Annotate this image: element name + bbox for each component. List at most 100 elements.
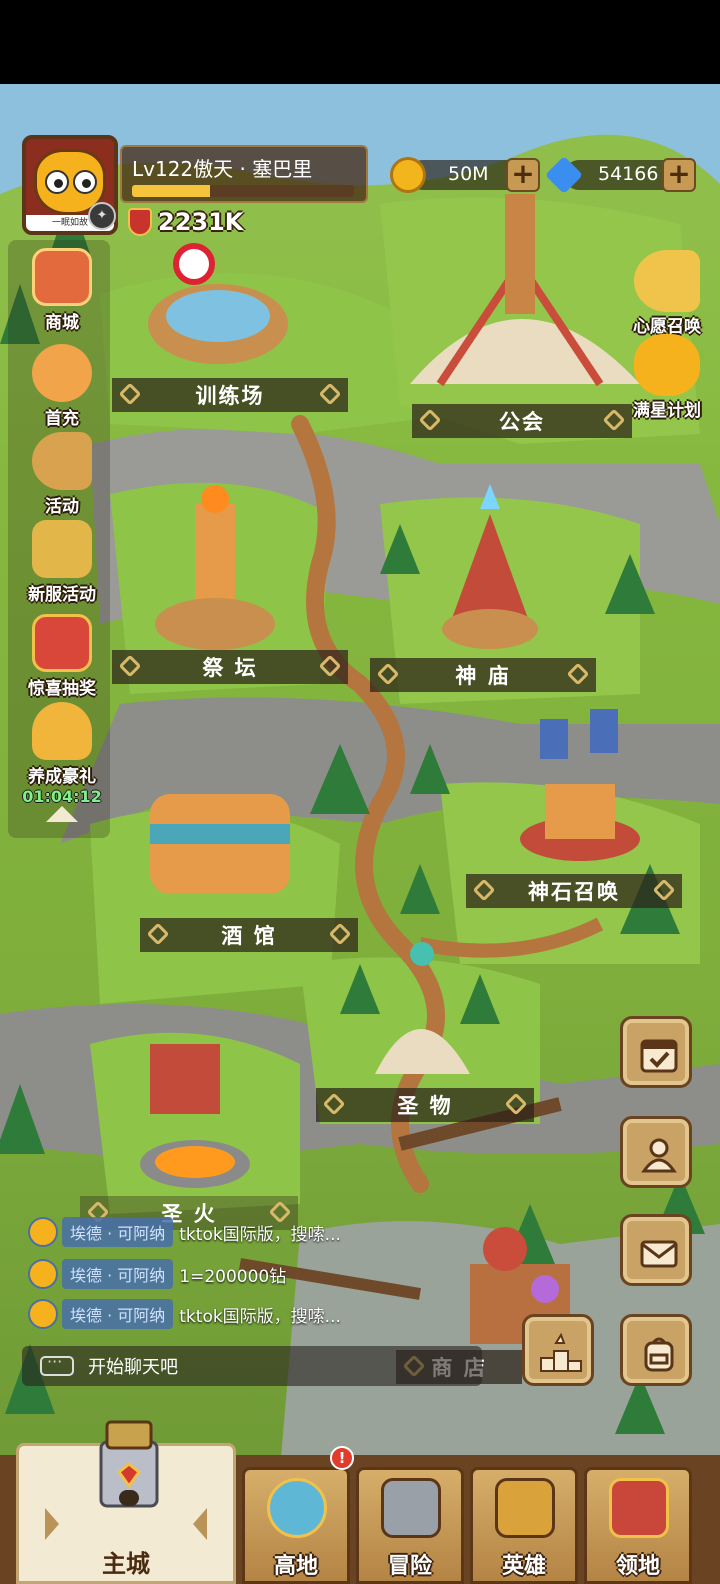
label-ornament-icon: [146, 922, 170, 946]
side-item-label: 商城: [45, 313, 79, 333]
shop-icon: [32, 248, 92, 306]
tab-label: 领地: [615, 1554, 660, 1579]
tab-main-city-label: 主城: [102, 1550, 150, 1578]
side-item-events[interactable]: 活动: [16, 432, 108, 517]
gold-coin-icon: [390, 157, 426, 193]
side-item-growth-gift[interactable]: 养成豪礼 01:04:12: [16, 702, 108, 806]
full-star-plan-label: 满星计划: [633, 401, 701, 421]
label-ornament-icon: [118, 382, 142, 406]
wish-horn-icon: [634, 250, 700, 312]
side-item-label: 惊喜抽奖: [28, 679, 96, 699]
xp-bar: [132, 185, 354, 197]
add-diamond-button[interactable]: +: [662, 158, 696, 192]
mail-icon: [640, 1240, 678, 1268]
label-ornament-icon: [318, 382, 342, 406]
side-item-label: 活动: [45, 497, 79, 517]
highland-alert-badge: !: [330, 1446, 354, 1470]
mail-button[interactable]: [620, 1214, 692, 1286]
chat-message[interactable]: 埃德 · 可阿纳 tktok国际版，搜嗦...: [28, 1216, 341, 1248]
bottom-nav: 主城 高地 冒险 英雄 领地: [0, 1420, 720, 1584]
building-label: 公会: [499, 410, 545, 434]
mascot-icon: [634, 334, 700, 396]
arrow-left-icon[interactable]: [45, 1508, 59, 1540]
slot-machine-icon: [32, 614, 92, 672]
treasure-bag-icon: [32, 702, 92, 760]
chat-text: tktok国际版，搜嗦...: [179, 1306, 341, 1327]
gift-burst-icon: [32, 520, 92, 578]
building-altar[interactable]: 祭 坛: [112, 650, 348, 684]
building-training-ground[interactable]: 训练场: [112, 378, 348, 412]
label-ornament-icon: [566, 662, 590, 686]
chat-avatar: [28, 1299, 58, 1329]
chat-text: tktok国际版，搜嗦...: [179, 1224, 341, 1245]
chat-bubble-icon: [40, 1352, 74, 1376]
status-bar-area: [0, 0, 720, 84]
shield-power-icon: [128, 208, 152, 236]
power-value: 2231K: [158, 208, 244, 236]
chat-text: 1=200000钻: [179, 1266, 287, 1287]
label-ornament-icon: [652, 878, 676, 902]
full-star-plan-button[interactable]: 满星计划: [622, 334, 712, 421]
tab-label: 英雄: [501, 1554, 546, 1579]
label-ornament-icon: [472, 878, 496, 902]
side-item-shop[interactable]: 商城: [16, 248, 108, 333]
tab-territory[interactable]: 领地: [584, 1467, 692, 1584]
girl-portrait-icon: [32, 344, 92, 402]
calendar-checkin-button[interactable]: [620, 1016, 692, 1088]
side-item-lottery[interactable]: 惊喜抽奖: [16, 614, 108, 699]
tab-highland[interactable]: 高地: [242, 1467, 350, 1584]
highland-icon: [267, 1478, 327, 1538]
building-temple[interactable]: 神 庙: [370, 658, 596, 692]
tab-adventure[interactable]: 冒险: [356, 1467, 464, 1584]
crossed-swords-icon: [381, 1478, 441, 1538]
building-label: 训练场: [195, 384, 265, 408]
tab-label: 高地: [273, 1554, 318, 1579]
side-item-first-recharge[interactable]: 首充: [16, 344, 108, 429]
backpack-button[interactable]: [620, 1314, 692, 1386]
building-label: 酒 馆: [221, 924, 277, 948]
building-guild[interactable]: 公会: [412, 404, 632, 438]
arrow-right-icon[interactable]: [193, 1508, 207, 1540]
label-ornament-icon: [118, 654, 142, 678]
diamond-value: 54166: [598, 163, 659, 185]
horn-icon: [32, 432, 92, 490]
backpack-icon: [644, 1337, 674, 1372]
building-summon-stone[interactable]: 神石召唤: [466, 874, 682, 908]
building-relic[interactable]: 圣 物: [316, 1088, 534, 1122]
chat-message[interactable]: 埃德 · 可阿纳 tktok国际版，搜嗦...: [28, 1298, 341, 1330]
building-label: 圣 物: [397, 1094, 453, 1118]
wish-summon-button[interactable]: 心愿召唤: [622, 250, 712, 337]
xp-fill: [132, 185, 210, 197]
add-gold-button[interactable]: +: [506, 158, 540, 192]
side-item-label: 新服活动: [28, 585, 96, 605]
chat-message[interactable]: 埃德 · 可阿纳 1=200000钻: [28, 1258, 286, 1290]
chat-sender: 埃德 · 可阿纳: [62, 1217, 174, 1247]
side-item-new-server[interactable]: 新服活动: [16, 520, 108, 605]
building-label: 神石召唤: [528, 880, 620, 904]
ranking-button[interactable]: [522, 1314, 594, 1386]
tab-heroes[interactable]: 英雄: [470, 1467, 578, 1584]
chat-sender: 埃德 · 可阿纳: [62, 1299, 174, 1329]
label-ornament-icon: [504, 1092, 528, 1116]
avatar-eye-left: [45, 170, 69, 194]
friends-icon: [641, 1138, 677, 1173]
label-ornament-icon: [418, 408, 442, 432]
tab-main-city[interactable]: 主城: [16, 1420, 236, 1584]
chat-placeholder: 开始聊天吧: [88, 1357, 178, 1378]
building-tavern[interactable]: 酒 馆: [140, 918, 358, 952]
avatar-eye-right: [73, 170, 97, 194]
gold-currency: 50M +: [390, 157, 544, 193]
friends-button[interactable]: [620, 1116, 692, 1188]
chat-input[interactable]: 开始聊天吧: [22, 1346, 482, 1386]
player-name-plate[interactable]: Lv122傲天 · 塞巴里: [120, 145, 368, 203]
label-ornament-icon: [376, 662, 400, 686]
class-badge-icon: ✦: [88, 202, 116, 230]
territory-banner-icon: [609, 1478, 669, 1538]
podium-icon: [540, 1332, 582, 1372]
label-ornament-icon: [322, 1092, 346, 1116]
combat-power: 2231K: [128, 204, 243, 240]
label-ornament-icon: [318, 654, 342, 678]
gold-value: 50M: [448, 163, 489, 185]
chat-avatar: [28, 1217, 58, 1247]
collapse-menu-arrow-icon[interactable]: [46, 806, 78, 822]
